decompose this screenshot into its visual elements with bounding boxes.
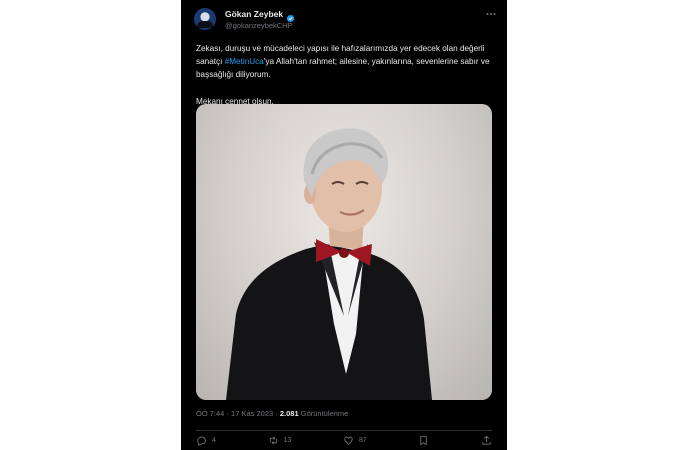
portrait-illustration (226, 128, 432, 400)
share-button[interactable] (481, 435, 492, 446)
tweet-time[interactable]: ÖÖ 7:44 (196, 409, 224, 418)
name-row: Gökan Zeybek (225, 8, 295, 22)
bookmark-icon (420, 435, 428, 445)
reply-count: 4 (212, 436, 216, 444)
tweet-text: Zekası, duruşu ve mücadeleci yapısı ile … (196, 42, 496, 108)
meta-separator-2: · (275, 409, 278, 418)
like-count: 87 (358, 436, 367, 444)
author-display-name[interactable]: Gökan Zeybek (225, 9, 283, 19)
tweet-header: Gökan Zeybek @gokanzeybekCHP (194, 8, 497, 32)
tweet-actions-bar: 4 13 87 (196, 430, 492, 446)
reply-button[interactable]: 4 (196, 435, 216, 446)
avatar[interactable] (194, 8, 216, 30)
author-block: Gökan Zeybek @gokanzeybekCHP (225, 8, 295, 31)
heart-icon (344, 436, 353, 445)
meta-separator-1: · (226, 409, 229, 418)
tweet-media-photo[interactable] (196, 104, 492, 400)
like-button[interactable]: 87 (343, 435, 367, 446)
retweet-count: 13 (283, 436, 292, 444)
author-handle[interactable]: @gokanzeybekCHP (225, 20, 295, 31)
tweet-paragraph-1: Zekası, duruşu ve mücadeleci yapısı ile … (196, 42, 496, 82)
bookmark-button[interactable] (418, 435, 429, 446)
views-label: Görüntülenme (300, 409, 349, 418)
tweet-meta: ÖÖ 7:44 · 17 Kas 2023 · 2.081 Görüntülen… (196, 409, 348, 418)
tweet-panel: Gökan Zeybek @gokanzeybekCHP Zekası, dur… (181, 0, 507, 450)
share-icon (482, 435, 491, 445)
views-count: 2.081 (279, 409, 299, 418)
retweet-icon (269, 436, 277, 444)
reply-icon (197, 436, 206, 446)
retweet-button[interactable]: 13 (268, 435, 292, 446)
tweet-date[interactable]: 17 Kas 2023 (231, 409, 273, 418)
verified-badge-icon (286, 10, 295, 22)
more-options-icon[interactable] (485, 8, 497, 20)
hashtag-link[interactable]: #MetinUca (225, 57, 264, 66)
